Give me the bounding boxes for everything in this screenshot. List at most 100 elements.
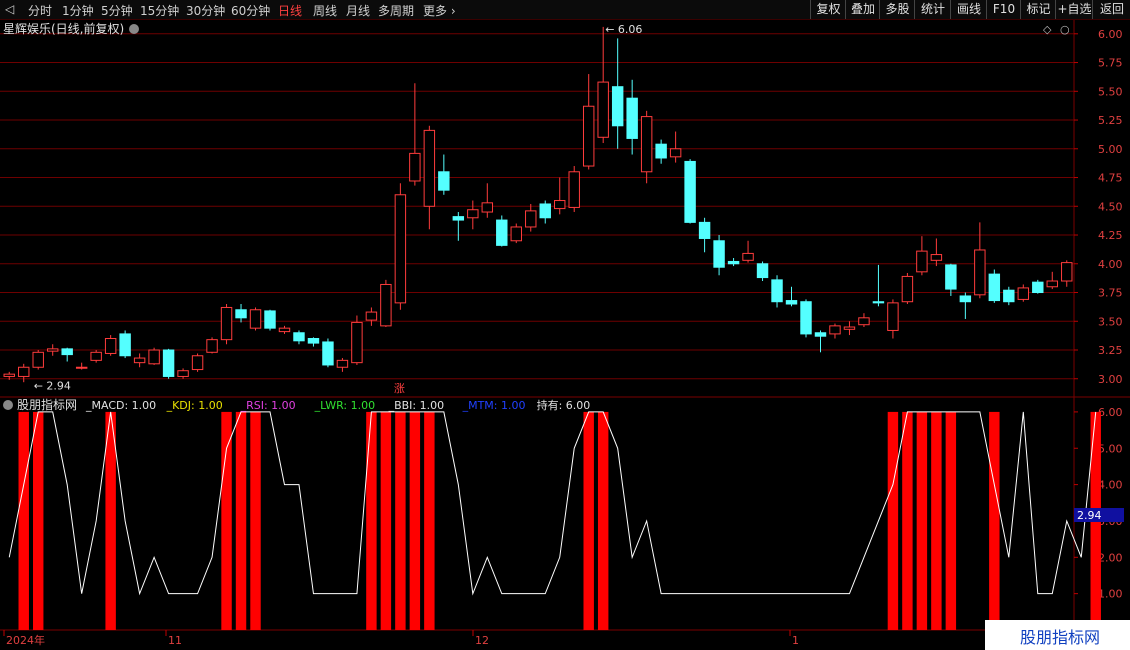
toolbar-button-2[interactable]: 多股: [879, 0, 915, 19]
candle-body[interactable]: [698, 221, 711, 239]
toolbar-button-4[interactable]: 画线: [950, 0, 987, 19]
candle-body[interactable]: [307, 338, 320, 344]
candle-body[interactable]: [278, 327, 291, 333]
candle-body[interactable]: [481, 202, 494, 213]
candle-body[interactable]: [351, 321, 363, 364]
candle-body[interactable]: [119, 333, 131, 357]
candle-body[interactable]: [525, 210, 537, 228]
toolbar-button-5[interactable]: F10: [986, 0, 1021, 19]
candle-body[interactable]: [916, 250, 928, 273]
period-tab-9[interactable]: 多周期: [378, 2, 414, 19]
candle-body[interactable]: [800, 301, 812, 335]
candle-body[interactable]: [684, 160, 696, 223]
candle-body[interactable]: [597, 81, 609, 138]
candle-body[interactable]: [1003, 289, 1015, 303]
candle-body[interactable]: [133, 357, 146, 364]
candle-body[interactable]: [814, 332, 827, 337]
candle-body[interactable]: [32, 351, 44, 368]
candle-body[interactable]: [858, 317, 870, 326]
candle-body[interactable]: [843, 326, 856, 330]
candle-body[interactable]: [988, 273, 1001, 302]
candle-body[interactable]: [3, 373, 15, 377]
candle-body[interactable]: [771, 279, 783, 303]
candle-body[interactable]: [611, 86, 624, 127]
candle-body[interactable]: [438, 171, 450, 191]
candle-body[interactable]: [191, 355, 204, 371]
toolbar-button-3[interactable]: 统计: [914, 0, 951, 19]
candle-body[interactable]: [1017, 287, 1030, 300]
candle-body[interactable]: [409, 152, 421, 182]
collapse-icon[interactable]: [129, 24, 139, 34]
candle-body[interactable]: [1046, 280, 1058, 288]
period-tab-5[interactable]: 60分钟: [231, 2, 270, 19]
toolbar-button-8[interactable]: 返回: [1092, 0, 1130, 19]
candle-body[interactable]: [713, 240, 725, 268]
period-tab-0[interactable]: 分时: [28, 2, 52, 19]
candle-body[interactable]: [829, 325, 841, 335]
candle-body[interactable]: [1032, 281, 1044, 294]
toolbar-button-7[interactable]: +自选: [1055, 0, 1093, 19]
candle-body[interactable]: [510, 226, 522, 242]
back-arrow-icon[interactable]: ◁: [5, 2, 14, 16]
candle-body[interactable]: [46, 348, 59, 352]
period-tab-4[interactable]: 30分钟: [186, 2, 225, 19]
candle-body[interactable]: [177, 370, 189, 377]
candle-body[interactable]: [974, 249, 986, 296]
candle-body[interactable]: [669, 148, 682, 158]
candle-body[interactable]: [959, 295, 972, 303]
stock-chart[interactable]: 6.00 5.75 5.50 5.25 5.00 4.75 4.50 4.25 4.00 3.75…: [0, 20, 1130, 650]
candle-body[interactable]: [336, 359, 349, 368]
candle-body[interactable]: [235, 309, 247, 319]
candle-body[interactable]: [1061, 262, 1073, 282]
candle-body[interactable]: [901, 275, 914, 303]
period-tab-6[interactable]: 日线: [278, 2, 302, 19]
hold-signal-bar: [931, 411, 942, 630]
candle-body[interactable]: [496, 219, 508, 246]
candle-body[interactable]: [162, 349, 175, 377]
candle-body[interactable]: [322, 341, 334, 366]
candle-body[interactable]: [640, 116, 653, 173]
period-tab-7[interactable]: 周线: [313, 2, 337, 19]
candle-body[interactable]: [423, 129, 436, 207]
candle-body[interactable]: [148, 349, 160, 365]
period-tab-3[interactable]: 15分钟: [140, 2, 179, 19]
candle-body[interactable]: [727, 260, 740, 265]
candle-body[interactable]: [452, 216, 465, 221]
candle-body[interactable]: [249, 309, 262, 329]
candle-body[interactable]: [568, 171, 580, 208]
indicator-collapse-icon[interactable]: [3, 400, 13, 410]
candle-body[interactable]: [785, 300, 798, 305]
candle-body[interactable]: [742, 252, 754, 261]
candle-body[interactable]: [945, 264, 957, 290]
period-tab-2[interactable]: 5分钟: [101, 2, 133, 19]
candle-body[interactable]: [930, 254, 943, 261]
candle-body[interactable]: [365, 311, 378, 321]
candle-body[interactable]: [90, 351, 102, 361]
candle-body[interactable]: [887, 302, 899, 331]
candle-body[interactable]: [582, 105, 595, 167]
candle-body[interactable]: [554, 200, 566, 210]
candle-body[interactable]: [655, 143, 667, 159]
period-tab-1[interactable]: 1分钟: [62, 2, 94, 19]
toolbar-button-0[interactable]: 复权: [810, 0, 846, 19]
period-tab-8[interactable]: 月线: [346, 2, 370, 19]
candle-body[interactable]: [872, 301, 885, 304]
candle-body[interactable]: [539, 203, 551, 219]
candle-body[interactable]: [75, 366, 88, 369]
toolbar-button-6[interactable]: 标记: [1020, 0, 1056, 19]
period-tab-10[interactable]: 更多 ›: [423, 2, 456, 19]
candle-body[interactable]: [380, 283, 392, 327]
candle-body[interactable]: [104, 338, 117, 354]
candle-body[interactable]: [264, 310, 276, 329]
candle-body[interactable]: [626, 97, 638, 139]
hold-signal-bar: [235, 411, 247, 630]
candle-body[interactable]: [206, 339, 218, 353]
candle-body[interactable]: [293, 332, 305, 342]
candle-body[interactable]: [220, 306, 233, 341]
candle-body[interactable]: [61, 348, 73, 356]
candle-body[interactable]: [394, 194, 407, 304]
candle-body[interactable]: [756, 263, 769, 279]
candle-body[interactable]: [467, 209, 479, 219]
toolbar-button-1[interactable]: 叠加: [845, 0, 880, 19]
candle-body[interactable]: [18, 366, 30, 377]
